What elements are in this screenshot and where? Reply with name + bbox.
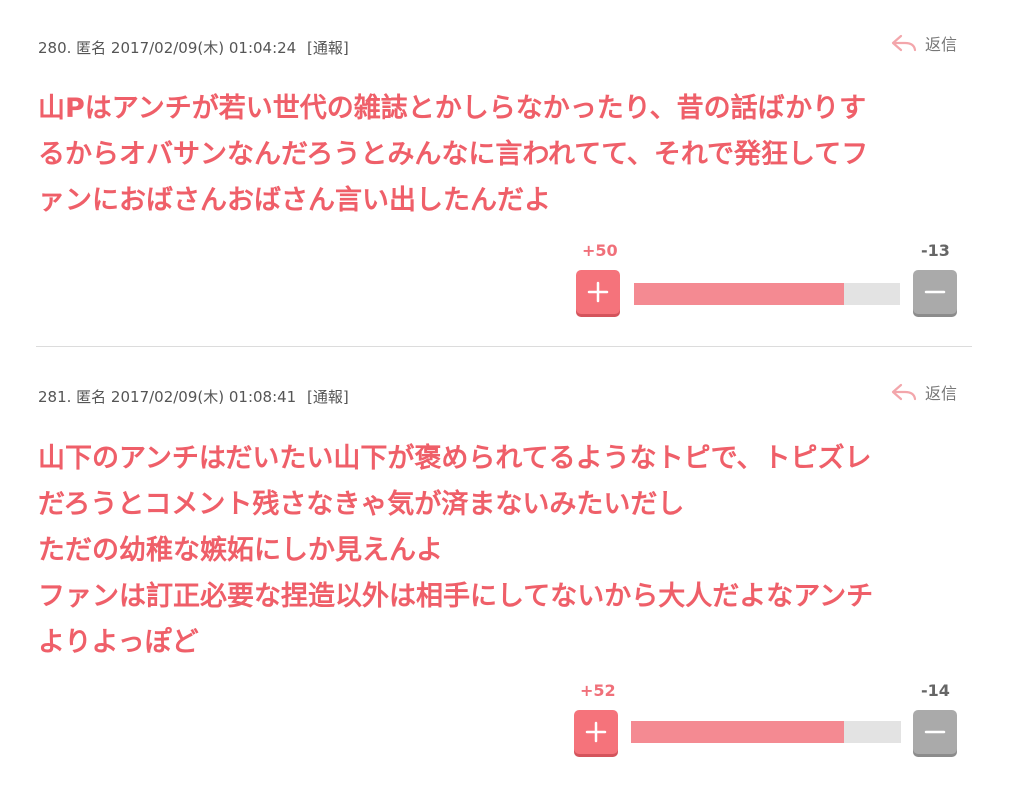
comment-line: だろうとコメント残さなきゃ気が済まないみたいだし [38,489,685,520]
reply-button[interactable]: 返信 [891,380,957,404]
comment-meta-text: 280. 匿名 2017/02/09(木) 01:04:24 [38,39,297,57]
comment-body: 山下のアンチはだいたい山下が褒められてるようなトピで、トピズレ だろうとコメント… [38,436,983,666]
comment-meta-text: 281. 匿名 2017/02/09(木) 01:08:41 [38,388,297,406]
minus-icon [924,730,946,734]
vote-ratio-bar [634,283,900,305]
reply-button[interactable]: 返信 [891,31,957,55]
comment-divider [36,346,972,347]
vote-ratio-fill [634,283,845,305]
plus-count: +50 [582,241,618,260]
minus-count: -13 [921,241,950,260]
vote-ratio-bar [631,721,901,743]
plus-button[interactable] [574,710,618,754]
plus-button[interactable] [576,270,620,314]
report-link[interactable]: [通報] [307,39,349,57]
comment-line: るからオバサンなんだろうとみんなに言われてて、それで発狂してフ [38,139,869,170]
comment-meta: 280. 匿名 2017/02/09(木) 01:04:24 [通報] [38,37,349,58]
comment-line: ファンは訂正必要な捏造以外は相手にしてないから大人だよなアンチ [38,581,874,612]
comment-line: ただの幼稚な嫉妬にしか見えんよ [38,535,443,566]
comment-line: ァンにおばさんおばさん言い出したんだよ [38,185,551,216]
comment-body: 山Pはアンチが若い世代の雑誌とかしらなかったり、昔の話ばかりす るからオバサンな… [38,86,983,224]
comment-line: 山Pはアンチが若い世代の雑誌とかしらなかったり、昔の話ばかりす [38,93,867,124]
minus-icon [924,290,946,294]
reply-label: 返信 [924,384,957,403]
comment-line: よりよっぽど [38,627,199,658]
reply-arrow-icon [891,34,917,52]
reply-label: 返信 [924,35,957,54]
minus-button[interactable] [913,710,957,754]
comment-line: 山下のアンチはだいたい山下が褒められてるようなトピで、トピズレ [38,443,872,474]
reply-arrow-icon [891,383,917,401]
minus-button[interactable] [913,270,957,314]
report-link[interactable]: [通報] [307,388,349,406]
minus-count: -14 [921,681,950,700]
plus-count: +52 [580,681,616,700]
vote-ratio-fill [631,721,845,743]
plus-icon [587,281,609,303]
plus-icon [585,721,607,743]
comment-meta: 281. 匿名 2017/02/09(木) 01:08:41 [通報] [38,386,349,407]
